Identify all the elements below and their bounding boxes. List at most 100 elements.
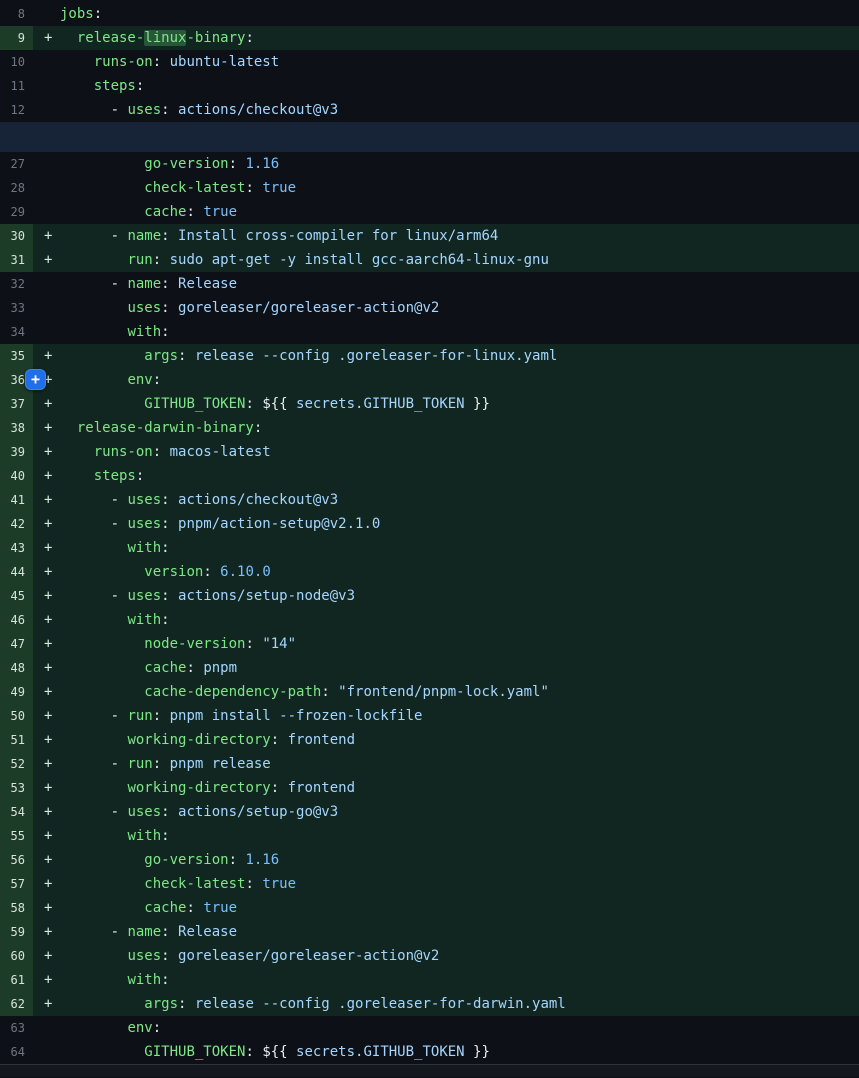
- code-line-content: + release-linux-binary:: [33, 26, 859, 50]
- syntax-token: uses: [127, 102, 161, 118]
- diff-line-row: 28 check-latest: true: [0, 176, 859, 200]
- syntax-token: with: [127, 828, 161, 844]
- diff-added-marker: +: [44, 800, 60, 824]
- line-number[interactable]: 8: [0, 2, 33, 26]
- syntax-token: :: [153, 372, 161, 388]
- line-number[interactable]: 43: [0, 536, 33, 560]
- diff-context-marker: [44, 200, 60, 224]
- line-number[interactable]: 46: [0, 608, 33, 632]
- syntax-token: [60, 78, 94, 94]
- syntax-token: [60, 564, 144, 580]
- diff-added-marker: +: [44, 392, 60, 416]
- syntax-token: -: [60, 276, 127, 292]
- syntax-token: working-directory: [127, 732, 270, 748]
- line-number[interactable]: 33: [0, 296, 33, 320]
- line-number[interactable]: 60: [0, 944, 33, 968]
- syntax-token: release-darwin-binary: [77, 420, 254, 436]
- line-number[interactable]: 49: [0, 680, 33, 704]
- line-number[interactable]: 55: [0, 824, 33, 848]
- line-number[interactable]: 58: [0, 896, 33, 920]
- line-number[interactable]: 54: [0, 800, 33, 824]
- code-line-content: + go-version: 1.16: [33, 848, 859, 872]
- diff-context-marker: [44, 1016, 60, 1040]
- line-number[interactable]: 27: [0, 152, 33, 176]
- code-line-content: + args: release --config .goreleaser-for…: [33, 344, 859, 368]
- line-number[interactable]: 47: [0, 632, 33, 656]
- code-line-content: check-latest: true: [33, 176, 859, 200]
- line-number[interactable]: 57: [0, 872, 33, 896]
- line-number[interactable]: 50: [0, 704, 33, 728]
- line-number[interactable]: 56: [0, 848, 33, 872]
- syntax-token: :: [245, 396, 262, 412]
- line-number[interactable]: 42: [0, 512, 33, 536]
- line-number[interactable]: 53: [0, 776, 33, 800]
- syntax-token: [60, 252, 127, 268]
- diff-added-marker: +: [44, 464, 60, 488]
- line-number[interactable]: 29: [0, 200, 33, 224]
- syntax-token: :: [136, 78, 144, 94]
- syntax-token: :: [245, 636, 262, 652]
- line-number[interactable]: 59: [0, 920, 33, 944]
- line-number[interactable]: 12: [0, 98, 33, 122]
- line-number[interactable]: 31: [0, 248, 33, 272]
- syntax-token: true: [262, 876, 296, 892]
- code-line-content: + version: 6.10.0: [33, 560, 859, 584]
- word-highlight: linux: [144, 30, 186, 46]
- line-number[interactable]: 48: [0, 656, 33, 680]
- line-number[interactable]: 38: [0, 416, 33, 440]
- diff-expand-hidden-lines-row[interactable]: [0, 122, 859, 152]
- diff-code-table: 8 jobs:9+ release-linux-binary:10 runs-o…: [0, 0, 859, 1064]
- diff-context-marker: [44, 50, 60, 74]
- line-number[interactable]: 30: [0, 224, 33, 248]
- syntax-token: run: [127, 708, 152, 724]
- diff-context-marker: [44, 74, 60, 98]
- line-number[interactable]: 45: [0, 584, 33, 608]
- code-line-content: + steps:: [33, 464, 859, 488]
- syntax-token: run: [127, 756, 152, 772]
- syntax-token: uses: [127, 804, 161, 820]
- syntax-token: true: [262, 180, 296, 196]
- syntax-token: [60, 180, 144, 196]
- syntax-token: goreleaser/goreleaser-action@v2: [178, 300, 439, 316]
- line-number[interactable]: 52: [0, 752, 33, 776]
- diff-line-row: 62+ args: release --config .goreleaser-f…: [0, 992, 859, 1016]
- line-number[interactable]: 35: [0, 344, 33, 368]
- line-number[interactable]: 9: [0, 26, 33, 50]
- syntax-token: -: [60, 102, 127, 118]
- syntax-token: :: [153, 252, 170, 268]
- add-line-comment-button[interactable]: +: [25, 369, 46, 390]
- line-number[interactable]: 39: [0, 440, 33, 464]
- syntax-token: :: [153, 1020, 161, 1036]
- line-number[interactable]: 40: [0, 464, 33, 488]
- diff-context-marker: [44, 1040, 60, 1064]
- diff-line-row: 64 GITHUB_TOKEN: ${{ secrets.GITHUB_TOKE…: [0, 1040, 859, 1064]
- syntax-token: pnpm: [203, 660, 237, 676]
- line-number[interactable]: 10: [0, 50, 33, 74]
- diff-context-marker: [44, 152, 60, 176]
- line-number[interactable]: 61: [0, 968, 33, 992]
- syntax-token: 1.16: [245, 156, 279, 172]
- syntax-token: release --config .goreleaser-for-darwin.…: [195, 996, 566, 1012]
- code-line-content: - name: Release: [33, 272, 859, 296]
- line-number[interactable]: 11: [0, 74, 33, 98]
- line-number[interactable]: 44: [0, 560, 33, 584]
- line-number[interactable]: 28: [0, 176, 33, 200]
- line-number[interactable]: 41: [0, 488, 33, 512]
- code-line-content: + args: release --config .goreleaser-for…: [33, 992, 859, 1016]
- line-number[interactable]: 32: [0, 272, 33, 296]
- diff-added-marker: +: [44, 440, 60, 464]
- line-number[interactable]: 37: [0, 392, 33, 416]
- syntax-token: sudo apt-get -y install gcc-aarch64-linu…: [170, 252, 549, 268]
- line-number[interactable]: 34: [0, 320, 33, 344]
- code-line-content: + uses: goreleaser/goreleaser-action@v2: [33, 944, 859, 968]
- line-number[interactable]: 51: [0, 728, 33, 752]
- code-line-content: + - uses: actions/setup-go@v3: [33, 800, 859, 824]
- line-number[interactable]: 63: [0, 1016, 33, 1040]
- diff-line-row: 60+ uses: goreleaser/goreleaser-action@v…: [0, 944, 859, 968]
- diff-line-row: 59+ - name: Release: [0, 920, 859, 944]
- line-number[interactable]: 64: [0, 1040, 33, 1064]
- diff-line-row: 31+ run: sudo apt-get -y install gcc-aar…: [0, 248, 859, 272]
- syntax-token: [60, 420, 77, 436]
- syntax-token: steps: [94, 78, 136, 94]
- line-number[interactable]: 62: [0, 992, 33, 1016]
